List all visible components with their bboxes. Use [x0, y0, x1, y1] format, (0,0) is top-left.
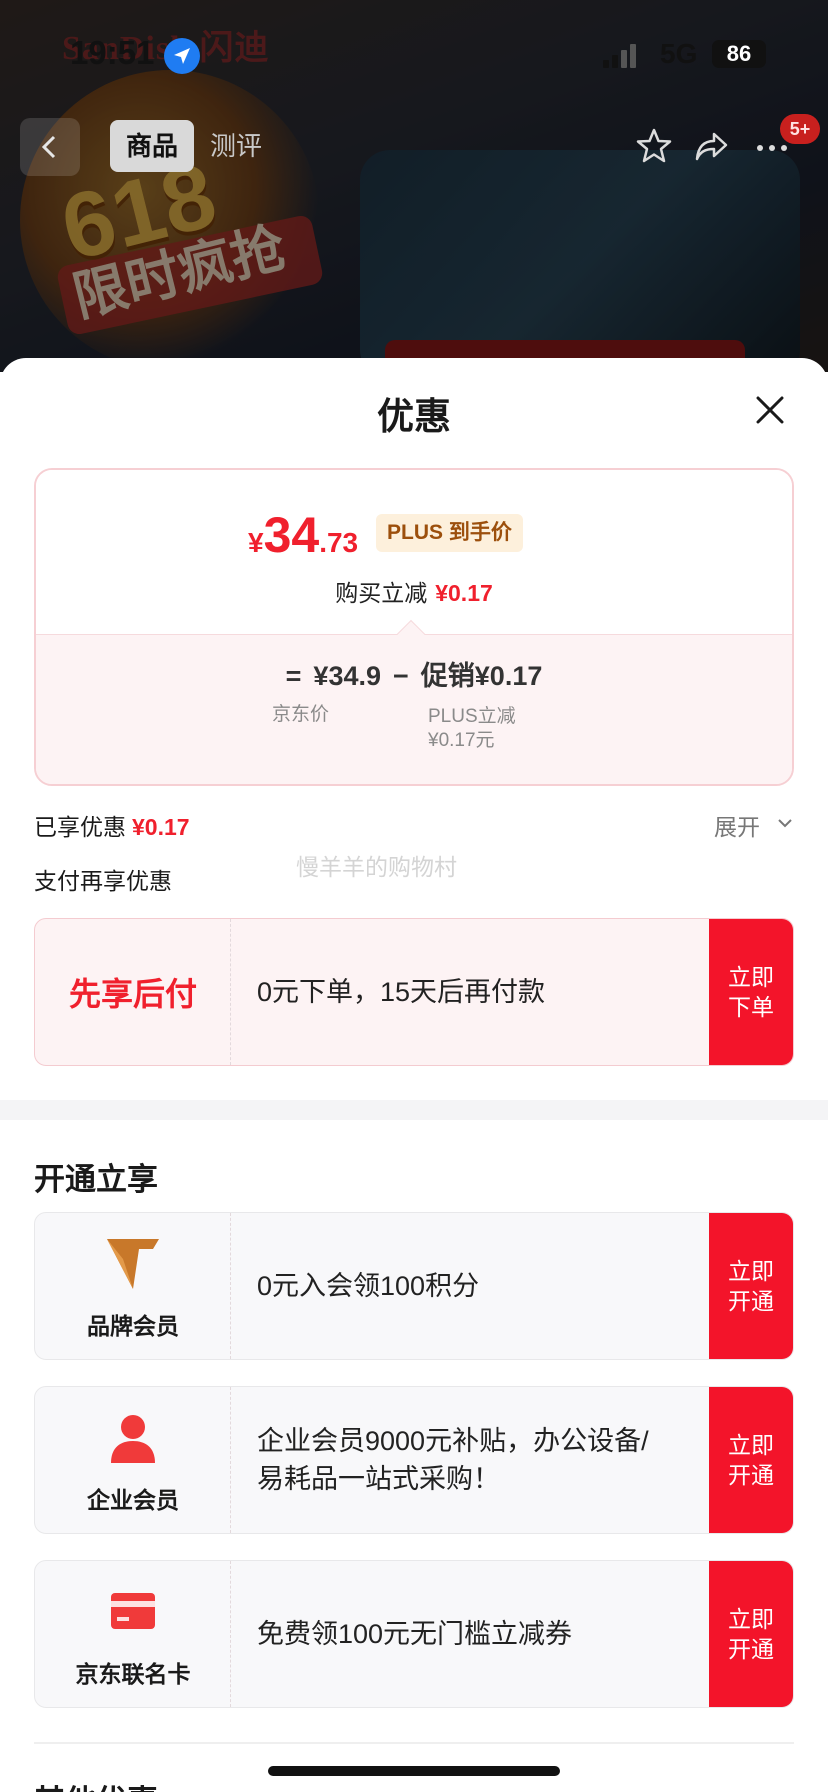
final-price: ¥34.73 — [248, 507, 359, 563]
location-arrow-icon — [164, 38, 200, 74]
enterprise-member-desc: 企业会员9000元补贴，办公设备/易耗品一站式采购！ — [257, 1426, 649, 1494]
message-badge: 5+ — [780, 114, 820, 144]
close-icon[interactable] — [748, 388, 792, 432]
jd-card-label: 京东联名卡 — [75, 1661, 191, 1687]
enterprise-member-label: 企业会员 — [87, 1487, 179, 1513]
share-icon[interactable] — [692, 126, 732, 166]
top-tabs: 商品 测评 — [110, 120, 278, 172]
tab-product[interactable]: 商品 — [110, 120, 195, 172]
pay-later-desc: 0元下单，15天后再付款 — [257, 977, 546, 1007]
order-now-button[interactable]: 立即下单 — [709, 919, 793, 1065]
network-type: 5G — [660, 38, 698, 69]
section-divider-line — [34, 1742, 794, 1744]
enjoyed-discount: 已享优惠 ¥0.17 — [34, 814, 190, 840]
battery-icon: 86 — [712, 40, 766, 68]
other-discounts-title: 其他优惠 — [34, 1776, 158, 1792]
brand-member-label: 品牌会员 — [87, 1313, 179, 1339]
price-breakdown: = ¥34.9− 促销¥0.17 — [285, 661, 543, 691]
instant-reduce-line: 购买立减 ¥0.17 — [335, 580, 493, 606]
discount-sheet: 优惠 ¥34.73 PLUS 到手价 购买立减 ¥0.17 = ¥34.9− 促销¥0… — [0, 358, 828, 1792]
status-time: 19:51 — [70, 34, 155, 71]
status-bar: 19:51 5G 86 — [0, 0, 828, 100]
section-divider — [0, 1100, 828, 1120]
card-icon — [101, 1583, 165, 1641]
product-page-backdrop: SanDisk 闪迪 618 限时疯抢 19:51 5G 86 商品 测评 5+ — [0, 0, 828, 372]
price-card: ¥34.73 PLUS 到手价 购买立减 ¥0.17 = ¥34.9− 促销¥0.17… — [34, 468, 794, 786]
pay-later-row: 先享后付 0元下单，15天后再付款 立即下单 — [34, 918, 794, 1066]
activate-enterprise-button[interactable]: 立即开通 — [709, 1387, 793, 1533]
membership-row-enterprise: 企业会员 企业会员9000元补贴，办公设备/易耗品一站式采购！ 立即开通 — [34, 1386, 794, 1534]
pay-more-label: 支付再享优惠 — [34, 868, 172, 894]
expand-link[interactable]: 展开 — [714, 808, 760, 842]
membership-row-card: 京东联名卡 免费领100元无门槛立减券 立即开通 — [34, 1560, 794, 1708]
membership-section-title: 开通立享 — [34, 1162, 158, 1197]
plus-reduce-amount: ¥0.17元 — [428, 730, 495, 751]
plus-reduce-caption: PLUS立减 — [428, 706, 516, 727]
activate-card-button[interactable]: 立即开通 — [709, 1561, 793, 1707]
pay-later-label: 先享后付 — [68, 976, 197, 1012]
chevron-down-icon[interactable] — [776, 814, 794, 832]
jd-price-caption: 京东价 — [272, 704, 330, 725]
person-icon — [101, 1409, 165, 1467]
tab-review[interactable]: 测评 — [194, 120, 278, 172]
sheet-title: 优惠 — [377, 396, 451, 437]
signal-icon — [603, 44, 637, 68]
plus-price-tag: PLUS 到手价 — [376, 514, 523, 552]
back-button[interactable] — [20, 118, 80, 176]
jd-card-desc: 免费领100元无门槛立减券 — [257, 1619, 573, 1649]
activate-brand-button[interactable]: 立即开通 — [709, 1213, 793, 1359]
home-indicator[interactable] — [268, 1766, 560, 1776]
watermark: 慢羊羊的购物村 — [296, 854, 457, 880]
favorite-star-icon[interactable] — [634, 126, 674, 166]
brand-member-desc: 0元入会领100积分 — [257, 1271, 480, 1301]
membership-row-brand: 品牌会员 0元入会领100积分 立即开通 — [34, 1212, 794, 1360]
brand-v-icon — [101, 1235, 165, 1293]
